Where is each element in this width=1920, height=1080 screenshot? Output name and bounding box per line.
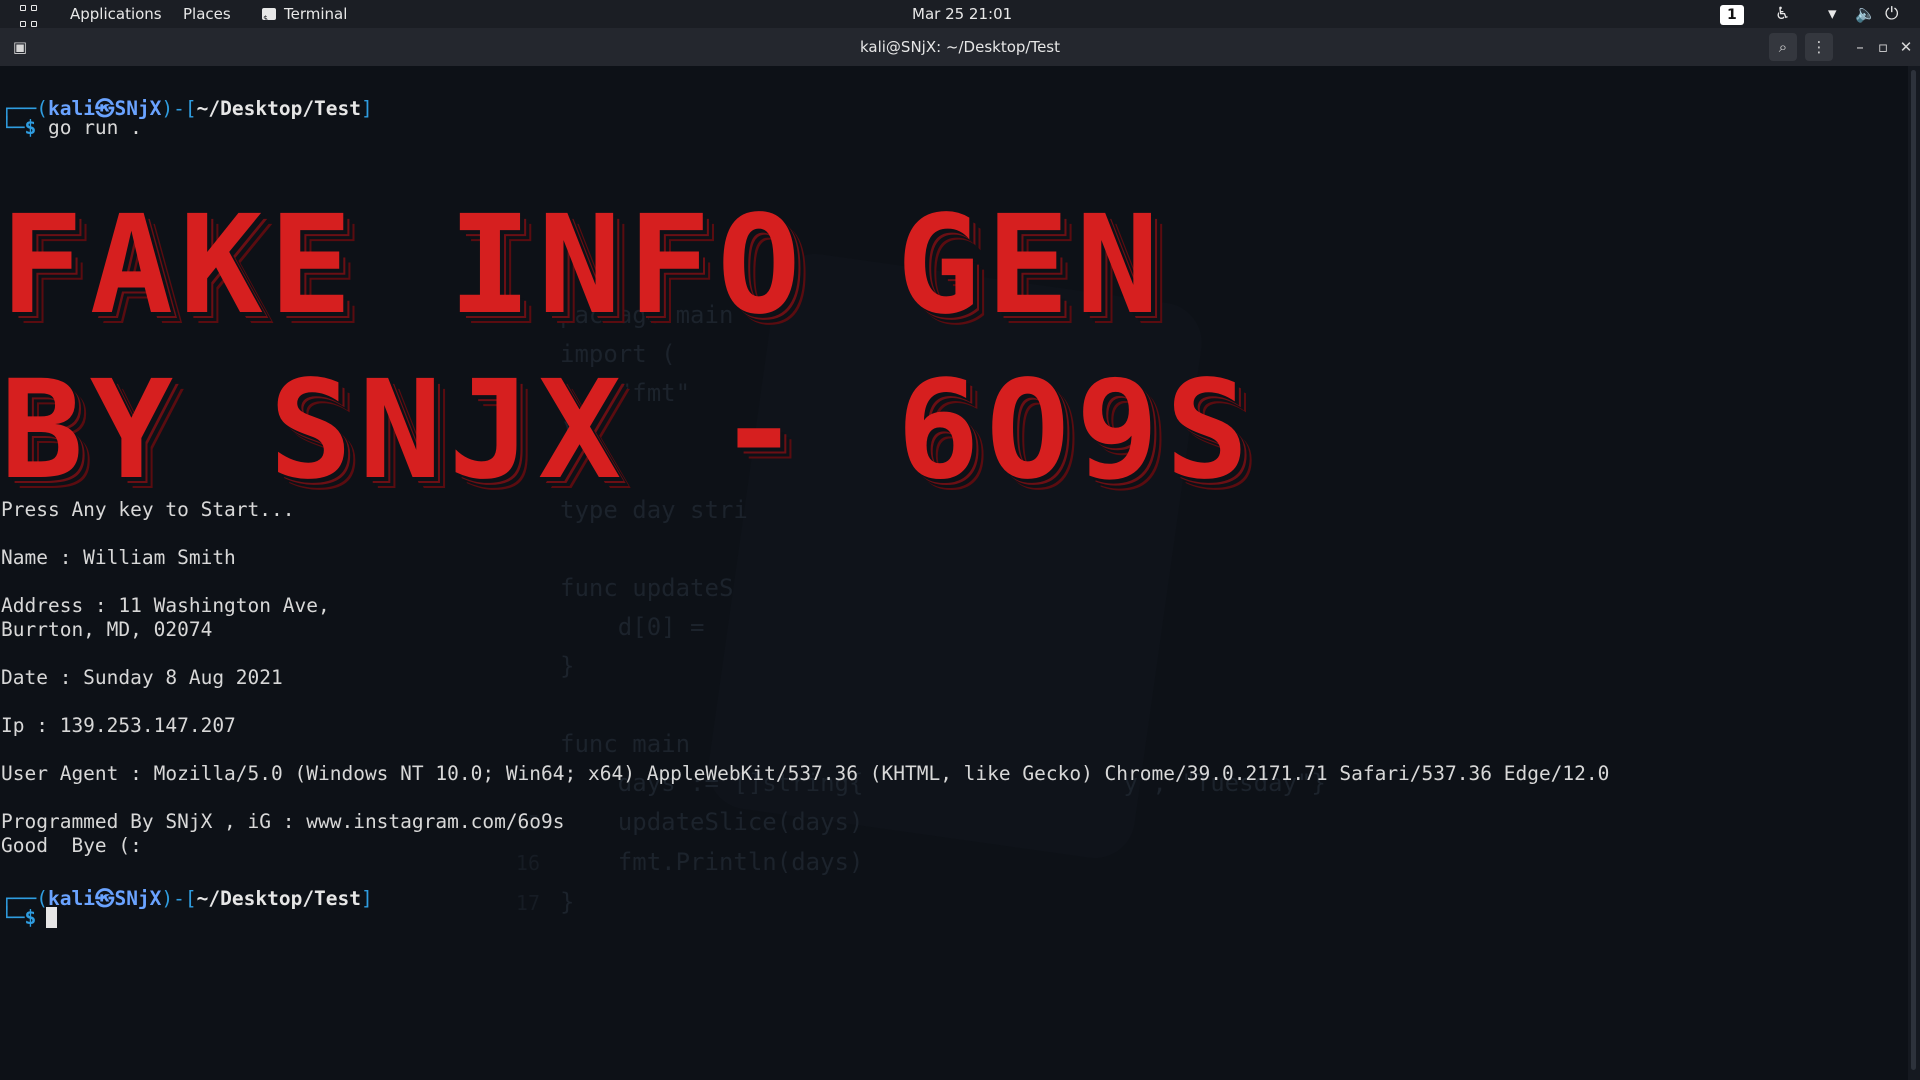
- clock[interactable]: Mar 25 21:01: [912, 0, 1012, 28]
- code-text: func main: [560, 730, 691, 758]
- terminal-view[interactable]: package main import ( "fmt") type day stri…: [0, 66, 1908, 1080]
- user-agent-output: User Agent : Mozilla/5.0 (Windows NT 10.…: [1, 762, 1610, 785]
- search-icon[interactable]: ⌕: [1769, 33, 1797, 61]
- name-output: Name : William Smith: [1, 546, 236, 569]
- code-text: updateSlice(days): [560, 808, 864, 836]
- code-text: d[0] =: [560, 613, 705, 641]
- network-icon[interactable]: ▾: [1828, 0, 1837, 28]
- background-code-line: }: [490, 647, 1326, 686]
- line-number: 17: [515, 891, 540, 915]
- background-code-line: d[0] =: [490, 608, 1326, 647]
- terminal-icon: [262, 5, 276, 33]
- banner-author: BY SNJX - 6O9S: [0, 352, 1255, 510]
- press-key-text: Press Any key to Start...: [1, 498, 295, 521]
- workspace-number: 1: [1720, 5, 1744, 25]
- input-line[interactable]: └─$: [1, 906, 58, 929]
- applications-menu[interactable]: Applications: [70, 0, 162, 28]
- address-output-1: Address : 11 Washington Ave,: [1, 594, 330, 617]
- top-panel: Applications Places Terminal Mar 25 21:0…: [0, 0, 1920, 33]
- terminal-app-menu[interactable]: Terminal: [262, 0, 348, 33]
- code-text: }: [560, 888, 575, 916]
- credit-output: Programmed By SNjX , iG : www.instagram.…: [1, 810, 565, 833]
- background-code-line: [490, 530, 1326, 569]
- ip-output: Ip : 139.253.147.207: [1, 714, 236, 737]
- background-code-line: func updateS: [490, 569, 1326, 608]
- code-text: }: [560, 652, 575, 680]
- date-output: Date : Sunday 8 Aug 2021: [1, 666, 283, 689]
- code-text: fmt.Println(days): [560, 848, 864, 876]
- menu-icon[interactable]: ⋮: [1805, 33, 1833, 61]
- power-icon[interactable]: ⏻: [1885, 0, 1898, 28]
- volume-icon[interactable]: 🔈: [1855, 0, 1876, 28]
- accessibility-icon[interactable]: ♿: [1775, 0, 1790, 28]
- command-line: └─$ go run .: [1, 116, 142, 139]
- background-code-line: 16 fmt.Println(days): [490, 843, 1326, 883]
- line-number: 16: [515, 851, 540, 875]
- background-code-line: 15 updateSlice(days): [490, 803, 1326, 843]
- places-menu[interactable]: Places: [183, 0, 231, 28]
- scrollbar-thumb[interactable]: [1911, 70, 1916, 1070]
- goodbye-output: Good Bye (:: [1, 834, 142, 857]
- workspace-indicator[interactable]: 1: [1720, 0, 1744, 28]
- window-title: kali@SNjX: ~/Desktop/Test: [859, 38, 1061, 56]
- text-cursor: [46, 907, 58, 928]
- background-code-line: 17}: [490, 883, 1326, 923]
- terminal-titlebar: ▣ kali@SNjX: ~/Desktop/Test ⌕ ⋮ – ▫ ✕: [0, 28, 1920, 66]
- terminal-app-label: Terminal: [284, 5, 348, 23]
- address-output-2: Burrton, MD, 02074: [1, 618, 213, 641]
- banner-title: FAKE INFO GEN: [0, 187, 1166, 345]
- background-code-line: [490, 686, 1326, 725]
- background-code-line: func main: [490, 725, 1326, 764]
- terminal-scrollbar[interactable]: [1908, 66, 1920, 1080]
- close-icon[interactable]: ✕: [1892, 33, 1920, 61]
- code-text: func updateS: [560, 574, 734, 602]
